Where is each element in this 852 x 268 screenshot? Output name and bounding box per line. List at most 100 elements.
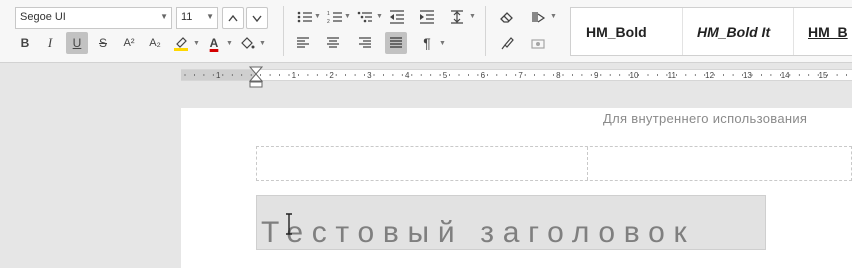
ruler-number: 6 xyxy=(481,71,486,80)
shading-button[interactable] xyxy=(236,32,258,54)
chevron-down-icon[interactable]: ▼ xyxy=(344,13,351,20)
chevron-down-icon[interactable]: ▼ xyxy=(259,40,266,47)
header-classification-text[interactable]: Для внутреннего использования xyxy=(603,111,807,126)
multilevel-list-button[interactable] xyxy=(354,6,376,28)
style-label: HM_Bold It xyxy=(697,24,771,40)
subscript-label: A₂ xyxy=(149,37,161,49)
decrease-font-size-button[interactable] xyxy=(246,7,268,29)
nonprinting-characters-button[interactable]: ¶ xyxy=(416,32,438,54)
chevron-down-icon: ▼ xyxy=(160,12,168,21)
font-name-value: Segoe UI xyxy=(20,11,66,23)
toolbar-separator xyxy=(283,6,284,56)
decrease-indent-button[interactable] xyxy=(386,6,408,28)
stamp-icon xyxy=(531,39,545,49)
ruler-number: 12 xyxy=(705,71,714,80)
outdent-icon xyxy=(390,10,404,24)
align-center-button[interactable] xyxy=(322,32,344,54)
subscript-button[interactable]: A₂ xyxy=(144,32,166,54)
bold-label: B xyxy=(20,36,30,50)
caret-down-icon xyxy=(252,15,262,22)
highlight-color-button[interactable] xyxy=(170,32,192,54)
table-cell-divider xyxy=(587,147,588,180)
align-justify-icon xyxy=(390,37,402,48)
align-right-icon xyxy=(359,37,371,48)
chevron-down-icon[interactable]: ▼ xyxy=(439,40,446,47)
font-color-button[interactable]: A xyxy=(203,32,225,54)
style-item[interactable]: HM_Bold xyxy=(571,8,683,55)
strikethrough-label: S xyxy=(98,36,107,50)
bullet-list-button[interactable] xyxy=(294,6,316,28)
font-name-combo[interactable]: Segoe UI ▼ xyxy=(15,7,172,29)
ruler-area: 1 1 2 3 4 5 6 7 8 9 10 11 12 13 14 15 xyxy=(0,63,852,93)
align-center-icon xyxy=(327,37,339,48)
chevron-down-icon[interactable]: ▼ xyxy=(376,13,383,20)
change-case-button[interactable] xyxy=(527,6,549,28)
pilcrow-icon: ¶ xyxy=(423,35,431,51)
header-table[interactable] xyxy=(256,146,852,181)
bullet-list-icon xyxy=(297,11,312,23)
ruler-number: 15 xyxy=(819,71,828,80)
caret-up-icon xyxy=(228,14,238,22)
justify-button[interactable] xyxy=(385,32,407,54)
title-content-control[interactable]: Тестовый заголовок xyxy=(256,195,766,250)
font-size-value: 11 xyxy=(181,11,193,23)
align-left-icon xyxy=(297,37,309,48)
chevron-down-icon[interactable]: ▼ xyxy=(314,13,321,20)
style-label: HM_B xyxy=(808,24,848,40)
svg-text:2: 2 xyxy=(327,19,330,24)
ruler-number: 1 xyxy=(292,71,297,80)
indent-marker-icon[interactable] xyxy=(249,66,263,88)
strikethrough-button[interactable]: S xyxy=(92,32,114,54)
chevron-down-icon[interactable]: ▼ xyxy=(226,40,233,47)
chevron-down-icon: ▼ xyxy=(206,12,214,21)
document-title[interactable]: Тестовый заголовок xyxy=(261,216,695,250)
superscript-label: A² xyxy=(123,37,135,49)
style-item[interactable]: HM_B xyxy=(794,8,852,55)
svg-text:1: 1 xyxy=(327,11,330,17)
font-size-combo[interactable]: 11 ▼ xyxy=(176,7,218,29)
chevron-down-icon[interactable]: ▼ xyxy=(469,13,476,20)
document-page[interactable]: Для внутреннего использования Тестовый з… xyxy=(181,108,852,268)
align-right-button[interactable] xyxy=(354,32,376,54)
increase-font-size-button[interactable] xyxy=(222,7,244,29)
clear-style-button[interactable] xyxy=(496,6,518,28)
ruler-number: 9 xyxy=(594,71,599,80)
highlighter-icon xyxy=(174,37,188,51)
align-left-button[interactable] xyxy=(292,32,314,54)
chevron-down-icon[interactable]: ▼ xyxy=(193,40,200,47)
eraser-icon xyxy=(500,12,513,23)
toolbar-separator xyxy=(485,6,486,56)
line-spacing-icon xyxy=(451,10,463,24)
mail-merge-button[interactable] xyxy=(527,32,549,54)
italic-button[interactable]: I xyxy=(39,32,61,54)
increase-indent-button[interactable] xyxy=(416,6,438,28)
numbered-list-icon: 12 xyxy=(327,11,342,24)
copy-style-button[interactable] xyxy=(496,32,518,54)
ruler-scale: 1 1 2 3 4 5 6 7 8 9 10 11 12 13 14 15 xyxy=(184,71,847,80)
style-item[interactable]: HM_Bold It xyxy=(683,8,794,55)
multilevel-list-icon xyxy=(357,11,372,23)
chevron-down-icon[interactable]: ▼ xyxy=(550,13,557,20)
superscript-button[interactable]: A² xyxy=(118,32,140,54)
ruler-number: 7 xyxy=(518,71,523,80)
ruler-number: 4 xyxy=(405,71,410,80)
style-gallery: HM_Bold HM_Bold It HM_B xyxy=(570,7,852,56)
ruler-number: 11 xyxy=(668,71,677,80)
style-label: HM_Bold xyxy=(586,24,647,40)
line-spacing-button[interactable] xyxy=(446,6,468,28)
text-cursor-icon xyxy=(286,213,292,235)
underline-button[interactable]: U xyxy=(66,32,88,54)
underline-label: U xyxy=(72,36,82,50)
bold-button[interactable]: B xyxy=(14,32,36,54)
color-scheme-icon xyxy=(532,12,546,23)
toolbar-ribbon: Segoe UI ▼ 11 ▼ B I U S A² A₂ ▼ A ▼ ▼ ▼ … xyxy=(0,0,852,63)
ruler-number: 13 xyxy=(743,71,752,80)
ruler-number: 10 xyxy=(630,71,639,80)
numbered-list-button[interactable]: 12 xyxy=(324,6,346,28)
ruler-number: 14 xyxy=(781,71,790,80)
ruler-number: 8 xyxy=(556,71,561,80)
font-color-label: A xyxy=(209,36,219,50)
horizontal-ruler[interactable]: 1 1 2 3 4 5 6 7 8 9 10 11 12 13 14 15 xyxy=(181,69,852,81)
ruler-number: 2 xyxy=(329,71,334,80)
brush-icon xyxy=(501,37,514,50)
